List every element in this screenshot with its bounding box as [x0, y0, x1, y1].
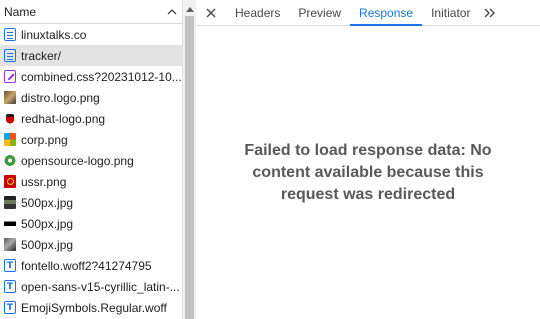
request-row[interactable]: T open-sans-v15-cyrillic_latin-... [0, 276, 182, 297]
font-icon: T [4, 301, 16, 314]
request-name: EmojiSymbols.Regular.woff [21, 300, 167, 315]
tab-preview[interactable]: Preview [289, 0, 350, 25]
request-row[interactable]: distro.logo.png [0, 87, 182, 108]
font-icon: T [4, 259, 16, 272]
request-row[interactable]: 500px.jpg [0, 213, 182, 234]
image-thumbnail [4, 133, 16, 146]
tab-initiator[interactable]: Initiator [422, 0, 479, 25]
close-icon[interactable] [196, 0, 226, 25]
request-row[interactable]: combined.css?20231012-10... [0, 66, 182, 87]
image-thumbnail [4, 196, 16, 209]
request-list-panel: Name linuxtalks.co tracker/ combined.css… [0, 0, 182, 319]
request-name: redhat-logo.png [21, 111, 106, 126]
request-row[interactable]: 500px.jpg [0, 192, 182, 213]
request-row[interactable]: T EmojiSymbols.Regular.woff [0, 297, 182, 318]
request-row[interactable]: opensource-logo.png [0, 150, 182, 171]
tab-response[interactable]: Response [350, 0, 423, 26]
response-error-message: Failed to load response data: No content… [244, 141, 492, 203]
details-tabbar: Headers Preview Response Initiator [196, 0, 540, 26]
tab-headers[interactable]: Headers [226, 0, 289, 25]
request-name: fontello.woff2?41274795 [21, 258, 152, 273]
request-details-panel: Headers Preview Response Initiator Faile… [196, 0, 540, 319]
request-row[interactable]: redhat-logo.png [0, 108, 182, 129]
request-name: ussr.png [21, 174, 67, 189]
request-name: corp.png [21, 132, 68, 147]
scrollbar-thumb[interactable] [185, 16, 194, 319]
image-thumbnail [4, 154, 16, 167]
request-name: combined.css?20231012-10... [21, 69, 182, 84]
name-column-header[interactable]: Name [4, 5, 164, 19]
request-name: tracker/ [21, 48, 62, 63]
document-icon [4, 28, 16, 41]
request-list-header: Name [0, 0, 182, 24]
request-row[interactable]: corp.png [0, 129, 182, 150]
request-name: 500px.jpg [21, 216, 74, 231]
chevron-up-icon[interactable] [164, 0, 180, 24]
request-row[interactable]: 500px.jpg [0, 234, 182, 255]
request-list-scrollbar[interactable] [182, 0, 196, 319]
response-empty-state: Failed to load response data: No content… [196, 26, 540, 319]
image-thumbnail [4, 91, 16, 104]
image-thumbnail [4, 238, 16, 251]
image-thumbnail [4, 112, 16, 125]
request-name: linuxtalks.co [21, 27, 87, 42]
request-row[interactable]: ussr.png [0, 171, 182, 192]
request-name: distro.logo.png [21, 90, 100, 105]
request-list: linuxtalks.co tracker/ combined.css?2023… [0, 24, 182, 318]
image-thumbnail [4, 175, 16, 188]
request-name: opensource-logo.png [21, 153, 134, 168]
document-icon [4, 49, 16, 62]
font-icon: T [4, 280, 16, 293]
request-row-selected[interactable]: tracker/ [0, 45, 182, 66]
request-name: 500px.jpg [21, 237, 74, 252]
stylesheet-icon [4, 70, 16, 83]
request-name: 500px.jpg [21, 195, 74, 210]
double-chevron-right-icon[interactable] [479, 0, 501, 25]
scroll-up-arrow-icon[interactable] [186, 5, 194, 13]
request-row[interactable]: linuxtalks.co [0, 24, 182, 45]
image-thumbnail [4, 217, 16, 230]
request-row[interactable]: T fontello.woff2?41274795 [0, 255, 182, 276]
request-name: open-sans-v15-cyrillic_latin-... [21, 279, 180, 294]
